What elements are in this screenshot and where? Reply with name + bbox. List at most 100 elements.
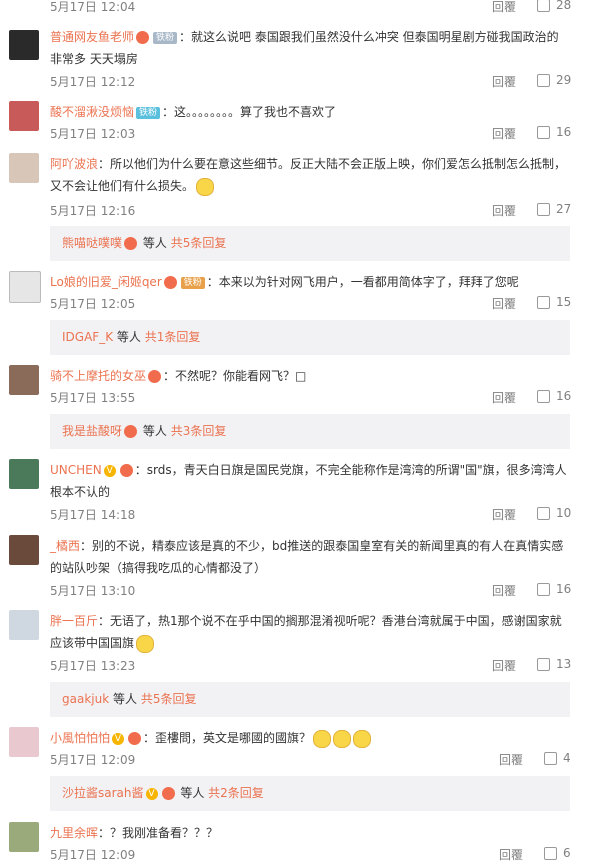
- comment-body: ：？我刚准备看？？？: [98, 826, 219, 840]
- sub-reply-user[interactable]: 沙拉酱sarah酱: [62, 786, 144, 800]
- like-count: 6: [563, 846, 571, 860]
- thumbs-up-icon: [544, 847, 557, 860]
- sub-reply-user[interactable]: IDGAF_K: [62, 330, 113, 344]
- reply-button[interactable]: 回覆: [492, 657, 516, 674]
- reply-button[interactable]: 回覆: [499, 846, 523, 863]
- comment-time: 5月17日 13:10: [50, 584, 136, 598]
- like-button[interactable]: 16: [537, 389, 571, 403]
- sub-replies[interactable]: 沙拉酱sarah酱 V 等人 共2条回复: [50, 776, 570, 811]
- like-button[interactable]: 16: [537, 125, 571, 139]
- avatar[interactable]: [9, 610, 39, 640]
- sub-reply-etc: 等人: [116, 330, 141, 344]
- comment-body: ：歪樓問，英文是哪國的國旗？: [143, 731, 312, 745]
- user-name[interactable]: _橘西: [50, 539, 80, 553]
- comment-text: Lo娘的旧爱_闲姬qer 铁粉 ：本来以为针对网飞用户，一看都用简体字了，拜拜了您呢: [50, 271, 570, 293]
- thumbs-up-icon: [537, 203, 550, 216]
- avatar[interactable]: [9, 153, 39, 183]
- comment-time: 5月17日 12:03: [50, 127, 136, 141]
- user-name[interactable]: 骑不上摩托的女巫: [50, 369, 146, 383]
- avatar[interactable]: [9, 365, 39, 395]
- reply-button[interactable]: 回覆: [499, 751, 523, 768]
- verified-v-icon: V: [103, 464, 116, 477]
- reply-button[interactable]: 回覆: [492, 506, 516, 523]
- like-count: 28: [556, 0, 572, 12]
- like-button[interactable]: 16: [537, 582, 571, 596]
- smile-emoji-icon: [353, 729, 372, 748]
- like-button[interactable]: 15: [537, 295, 571, 309]
- sub-replies[interactable]: gaakjuk 等人 共5条回复: [50, 682, 570, 717]
- like-count: 13: [556, 657, 572, 671]
- sub-replies[interactable]: 熊喵哒噗噗 等人 共5条回复: [50, 226, 570, 261]
- user-name[interactable]: 小風怕怕怕: [50, 731, 110, 745]
- thumbs-up-icon: [537, 296, 550, 309]
- like-count: 16: [556, 389, 572, 403]
- comment-text: 普通网友鱼老师 铁粉 ：就这么说吧 泰国跟我们虽然没什么冲突 但泰国明星剧方碰我国政…: [50, 26, 570, 70]
- comment-text: 九里余晖：？我刚准备看？？？: [50, 822, 570, 844]
- sub-reply-user[interactable]: 我是盐酸呀: [62, 424, 122, 438]
- medal-icon: [136, 31, 150, 44]
- comment-text: _橘西：别的不说，精泰应该是真的不少，bd推送的跟泰国皇室有关的新闻里真的有人在…: [50, 535, 570, 579]
- user-name[interactable]: 酸不溜湫没烦恼: [50, 105, 134, 119]
- like-count: 4: [563, 751, 571, 765]
- avatar[interactable]: [9, 535, 39, 565]
- thumbs-up-icon: [537, 507, 550, 520]
- user-name[interactable]: UNCHEN: [50, 463, 102, 477]
- reply-button[interactable]: 回覆: [492, 202, 516, 219]
- avatar[interactable]: [9, 727, 39, 757]
- sub-reply-user[interactable]: 熊喵哒噗噗: [62, 236, 122, 250]
- user-name[interactable]: 阿吖波浪: [50, 157, 98, 171]
- user-name[interactable]: 胖一百斤: [50, 614, 98, 628]
- reply-button[interactable]: 回覆: [492, 295, 516, 312]
- user-name[interactable]: 普通网友鱼老师: [50, 30, 134, 44]
- sub-replies[interactable]: IDGAF_K 等人 共1条回复: [50, 320, 570, 355]
- comment-time: 5月17日 12:09: [50, 848, 136, 862]
- sub-reply-etc: 等人: [142, 424, 167, 438]
- comment-text: 小風怕怕怕 V ：歪樓問，英文是哪國的國旗？: [50, 727, 570, 749]
- more-replies-link[interactable]: 共1条回复: [145, 330, 201, 344]
- like-button[interactable]: 29: [537, 73, 571, 87]
- comment-body: ：不然呢？你能看网飞？□: [163, 369, 307, 383]
- reply-button[interactable]: 回覆: [492, 582, 516, 599]
- like-button[interactable]: 10: [537, 506, 571, 520]
- comment-body: ：这。。。。。。。。算了我也不喜欢了: [162, 105, 337, 119]
- like-count: 16: [556, 582, 572, 596]
- thumbs-up-icon: [537, 126, 550, 139]
- like-button[interactable]: 28: [537, 0, 571, 12]
- comment-body: ：本来以为针对网飞用户，一看都用简体字了，拜拜了您呢: [206, 275, 519, 289]
- more-replies-link[interactable]: 共5条回复: [141, 692, 197, 706]
- like-button[interactable]: 6: [544, 846, 571, 860]
- medal-icon: [161, 787, 175, 800]
- more-replies-link[interactable]: 共5条回复: [171, 236, 227, 250]
- sub-reply-user[interactable]: gaakjuk: [62, 692, 109, 706]
- medal-icon: [124, 237, 138, 250]
- comment-time: 5月17日 12:09: [50, 753, 136, 767]
- avatar[interactable]: [9, 101, 39, 131]
- medal-icon: [148, 370, 162, 383]
- comment-time: 5月17日 12:16: [50, 204, 136, 218]
- reply-button[interactable]: 回覆: [492, 389, 516, 406]
- reply-button[interactable]: 回覆: [492, 73, 516, 90]
- comment-time: 5月17日 13:55: [50, 391, 136, 405]
- comment-text: 胖一百斤：无语了，热1那个说不在乎中国的搁那混淆视听呢？香港台湾就属于中国，感谢…: [50, 610, 570, 654]
- cry-emoji-icon: [136, 634, 155, 653]
- reply-button[interactable]: 回覆: [492, 0, 516, 15]
- reply-button[interactable]: 回覆: [492, 125, 516, 142]
- like-button[interactable]: 13: [537, 657, 571, 671]
- like-count: 15: [556, 295, 572, 309]
- like-button[interactable]: 4: [544, 751, 571, 765]
- thumbs-up-icon: [537, 74, 550, 87]
- comment-text: UNCHEN V ：srds，青天白日旗是国民党旗，不完全能称作是湾湾的所谓"国"旗…: [50, 459, 570, 503]
- verified-v-icon: V: [112, 732, 125, 745]
- comment-text: 阿吖波浪：所以他们为什么要在意这些细节。反正大陆不会正版上映，你们爱怎么抵制怎么…: [50, 153, 570, 197]
- like-button[interactable]: 27: [537, 202, 571, 216]
- avatar[interactable]: [9, 822, 39, 852]
- medal-icon: [119, 464, 133, 477]
- user-name[interactable]: Lo娘的旧爱_闲姬qer: [50, 275, 162, 289]
- avatar[interactable]: [9, 30, 39, 60]
- avatar[interactable]: [9, 271, 41, 303]
- avatar[interactable]: [9, 459, 39, 489]
- more-replies-link[interactable]: 共2条回复: [208, 786, 264, 800]
- sub-replies[interactable]: 我是盐酸呀 等人 共3条回复: [50, 414, 570, 449]
- more-replies-link[interactable]: 共3条回复: [171, 424, 227, 438]
- user-name[interactable]: 九里余晖: [50, 826, 98, 840]
